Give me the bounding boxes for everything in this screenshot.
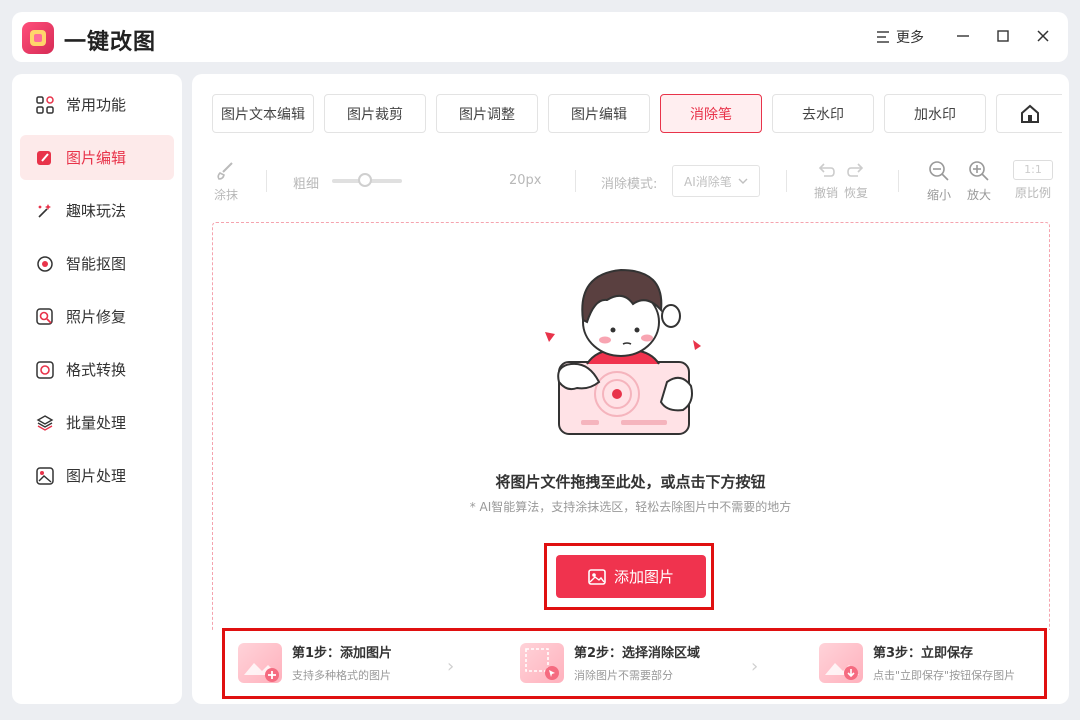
app-logo-icon [22, 22, 54, 54]
add-image-button[interactable]: 添加图片 [556, 555, 706, 598]
chevron-right-icon: › [447, 656, 455, 677]
more-menu-button[interactable]: 更多 [876, 27, 924, 47]
boy-illustration [545, 268, 701, 435]
sidebar-item-repair[interactable]: 照片修复 [20, 294, 174, 339]
brush-icon [217, 162, 233, 180]
chevron-down-icon [738, 178, 748, 184]
thickness-label: 粗细 [293, 177, 320, 192]
tab-adjust[interactable]: 图片调整 [436, 94, 538, 133]
smear-tool[interactable]: 涂抹 [214, 160, 238, 203]
tab-eraser[interactable]: 消除笔 [660, 94, 762, 133]
mode-select[interactable]: AI消除笔 [672, 165, 760, 197]
app-title: 一键改图 [64, 30, 157, 55]
undo-label: 撤销 [814, 186, 839, 200]
redo-icon [847, 163, 864, 177]
undo-icon [818, 163, 835, 177]
toolbar-divider [266, 170, 267, 192]
step-description: 支持多种格式的图片 [292, 669, 391, 682]
select-area-icon [520, 642, 564, 683]
zoom-out-icon [929, 161, 949, 181]
sidebar: 常用功能 图片编辑 趣味玩法 智能抠图 照片修复 格式转换 批量处理 图片处理 [12, 74, 182, 704]
add-image-label: 添加图片 [613, 568, 674, 586]
original-ratio-button[interactable]: 1:1 原比例 [1013, 160, 1053, 201]
sidebar-item-label: 格式转换 [66, 361, 127, 379]
close-button[interactable] [1031, 24, 1055, 48]
chevron-right-icon: › [751, 656, 759, 677]
mode-value: AI消除笔 [684, 174, 732, 189]
convert-icon [36, 360, 54, 379]
sidebar-item-label: 图片编辑 [66, 149, 127, 167]
sidebar-item-image-process[interactable]: 图片处理 [20, 453, 174, 498]
main-panel: 图片文本编辑 图片裁剪 图片调整 图片编辑 消除笔 去水印 加水印 涂抹 粗细 … [192, 74, 1069, 704]
thickness-value: 20px [509, 173, 542, 188]
tool-tabs: 图片文本编辑 图片裁剪 图片调整 图片编辑 消除笔 去水印 加水印 [212, 94, 986, 133]
maximize-icon [997, 30, 1009, 42]
toolbar-divider [575, 170, 576, 192]
edit-icon [36, 149, 54, 167]
title-bar: 一键改图 更多 [0, 0, 1080, 64]
tab-image-text-edit[interactable]: 图片文本编辑 [212, 94, 314, 133]
drop-zone-subtitle: * AI智能算法，支持涂抹选区，轻松去除图片中不需要的地方 [469, 500, 792, 514]
grid-icon [36, 95, 54, 114]
close-icon [1037, 30, 1049, 42]
mode-label: 消除模式: [601, 177, 658, 192]
step-1: 第1步：添加图片 支持多种格式的图片 [238, 642, 392, 683]
redo-label: 恢复 [844, 186, 869, 200]
step-description: 消除图片不需要部分 [574, 669, 673, 682]
home-icon [1020, 104, 1039, 123]
thickness-slider-handle[interactable] [358, 173, 372, 187]
sidebar-item-label: 批量处理 [66, 414, 127, 432]
more-label: 更多 [896, 30, 924, 46]
sidebar-item-image-edit[interactable]: 图片编辑 [20, 135, 174, 180]
image-icon [36, 466, 54, 485]
step-title: 第2步：选择消除区域 [574, 646, 701, 661]
target-icon [36, 255, 54, 273]
tab-image-edit[interactable]: 图片编辑 [548, 94, 650, 133]
tab-add-watermark[interactable]: 加水印 [884, 94, 986, 133]
home-button[interactable] [996, 94, 1062, 133]
zoom-out-button[interactable]: 缩小 [927, 160, 951, 203]
sidebar-item-label: 常用功能 [66, 96, 127, 114]
save-photo-icon [819, 642, 863, 683]
minimize-icon [957, 35, 969, 37]
menu-icon [877, 31, 889, 43]
step-2: 第2步：选择消除区域 消除图片不需要部分 [520, 642, 700, 683]
sidebar-item-batch[interactable]: 批量处理 [20, 400, 174, 445]
sidebar-item-convert[interactable]: 格式转换 [20, 347, 174, 392]
step-3: 第3步：立即保存 点击"立即保存"按钮保存图片 [819, 642, 1015, 683]
sidebar-item-label: 照片修复 [66, 308, 127, 326]
minimize-button[interactable] [951, 24, 975, 48]
image-icon [588, 568, 606, 585]
step-title: 第3步：立即保存 [873, 646, 974, 661]
sidebar-item-label: 趣味玩法 [66, 202, 127, 220]
undo-button[interactable]: 撤销 [814, 160, 838, 201]
redo-button[interactable]: 恢复 [844, 160, 868, 201]
sidebar-item-label: 智能抠图 [66, 255, 127, 273]
sidebar-item-common[interactable]: 常用功能 [20, 82, 174, 127]
zoom-in-button[interactable]: 放大 [967, 160, 991, 203]
step-description: 点击"立即保存"按钮保存图片 [873, 669, 1016, 682]
zoom-in-label: 放大 [967, 188, 992, 202]
zoom-in-icon [969, 161, 989, 181]
sidebar-item-cutout[interactable]: 智能抠图 [20, 241, 174, 286]
add-photo-icon [238, 642, 282, 683]
smear-label: 涂抹 [214, 188, 239, 202]
ratio-box: 1:1 [1013, 160, 1053, 180]
maximize-button[interactable] [991, 24, 1015, 48]
zoom-out-label: 缩小 [927, 188, 952, 202]
sidebar-item-fun[interactable]: 趣味玩法 [20, 188, 174, 233]
tab-crop[interactable]: 图片裁剪 [324, 94, 426, 133]
toolbar-divider [786, 170, 787, 192]
original-ratio-label: 原比例 [1014, 186, 1051, 200]
toolbar-divider [898, 170, 899, 192]
tab-remove-watermark[interactable]: 去水印 [772, 94, 874, 133]
layers-icon [36, 414, 54, 432]
sidebar-item-label: 图片处理 [66, 467, 127, 485]
magic-icon [36, 202, 54, 220]
step-title: 第1步：添加图片 [292, 646, 393, 661]
repair-icon [36, 307, 54, 326]
drop-zone-title: 将图片文件拖拽至此处，或点击下方按钮 [495, 473, 766, 491]
